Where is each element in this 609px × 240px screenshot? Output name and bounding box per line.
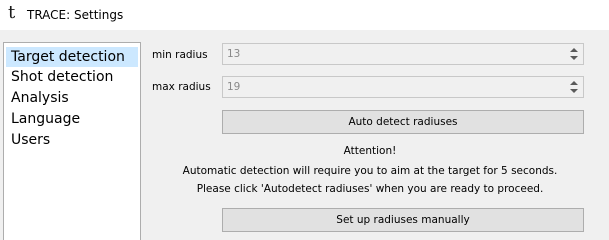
title-bar: t TRACE: Settings <box>0 0 609 30</box>
max-radius-stepper[interactable] <box>568 78 580 96</box>
max-radius-spinbox[interactable]: 19 <box>222 76 584 98</box>
sidebar-item-users[interactable]: Users <box>6 130 138 150</box>
window-title: TRACE: Settings <box>27 8 124 22</box>
spin-down-icon[interactable] <box>570 89 578 93</box>
min-radius-spinbox[interactable]: 13 <box>222 43 584 65</box>
settings-window: t TRACE: Settings Target detection Shot … <box>0 0 609 240</box>
min-radius-stepper[interactable] <box>568 45 580 63</box>
max-radius-value[interactable]: 19 <box>227 80 240 94</box>
settings-category-list: Target detection Shot detection Analysis… <box>3 42 141 240</box>
auto-detect-radiuses-button[interactable]: Auto detect radiuses <box>222 110 584 134</box>
attention-title: Attention! <box>343 145 397 157</box>
sidebar-item-analysis[interactable]: Analysis <box>6 88 138 108</box>
sidebar-item-target-detection[interactable]: Target detection <box>6 47 138 67</box>
spin-down-icon[interactable] <box>570 56 578 60</box>
spin-up-icon[interactable] <box>570 48 578 52</box>
app-logo-icon: t <box>8 2 16 23</box>
attention-message-line-2: Please click 'Autodetect radiuses' when … <box>196 183 544 195</box>
min-radius-value[interactable]: 13 <box>227 47 240 61</box>
sidebar-item-language[interactable]: Language <box>6 109 138 129</box>
min-radius-label: min radius <box>152 49 208 61</box>
spin-up-icon[interactable] <box>570 81 578 85</box>
sidebar-item-shot-detection[interactable]: Shot detection <box>6 67 138 87</box>
set-up-radiuses-manually-button[interactable]: Set up radiuses manually <box>222 208 584 232</box>
attention-message-line-1: Automatic detection will require you to … <box>182 165 558 177</box>
max-radius-label: max radius <box>152 81 211 93</box>
